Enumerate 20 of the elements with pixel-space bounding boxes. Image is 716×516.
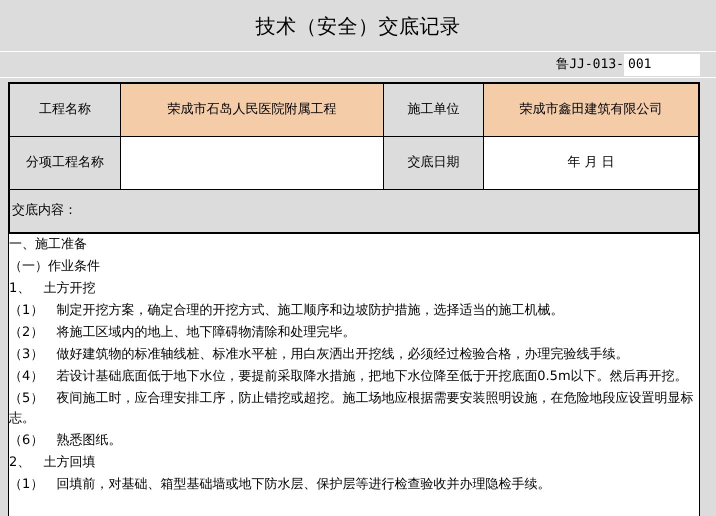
- field-value: 荣成市鑫田建筑有限公司: [483, 84, 698, 136]
- content-line: （一）作业条件: [9, 258, 101, 276]
- content-line: （2） 将施工区域内的地上、地下障碍物清除和处理完毕。: [9, 324, 356, 342]
- content-label: 交底内容：: [11, 202, 77, 220]
- record-code-field[interactable]: 001: [624, 54, 700, 76]
- field-label: 工程名称: [38, 101, 92, 120]
- content-line: （1） 制定开挖方案，确定合理的开挖方式、施工顺序和边坡防护措施，选择适当的施工机械。: [9, 302, 564, 320]
- field-value: 年 月 日: [483, 137, 698, 189]
- content-line: （1） 回填前，对基础、箱型基础墙或地下防水层、保护层等进行检查验收并办理隐检手续。: [9, 476, 552, 494]
- content-line: （5） 夜间施工时，应合理安排工序，防止错挖或超挖。施工场地应根据需要安装照明设施，在危险地段应设置明显标志。: [9, 390, 694, 428]
- content-line: 1、 土方开挖: [9, 280, 96, 298]
- field-value: 荣成市石岛人民医院附属工程: [120, 84, 383, 136]
- record-code-prefix: 鲁JJ-013-: [556, 56, 624, 74]
- content-line: （4） 若设计基础底面低于地下水位，要提前采取降水措施，把地下水位降至低于开挖底面0.5m以下。然后再开挖。: [9, 368, 689, 386]
- content-line: 一、施工准备: [9, 236, 88, 254]
- form-title: 技术（安全）交底记录: [256, 12, 460, 40]
- content-line: 2、 土方回填: [9, 454, 96, 472]
- content-line: （3） 做好建筑物的标准轴线桩、标准水平桩，用白灰洒出开挖线，必须经过检验合格，办理完验线手续。: [9, 346, 630, 364]
- content-line: （6） 熟悉图纸。: [9, 432, 122, 450]
- field-label: 分项工程名称: [25, 154, 105, 172]
